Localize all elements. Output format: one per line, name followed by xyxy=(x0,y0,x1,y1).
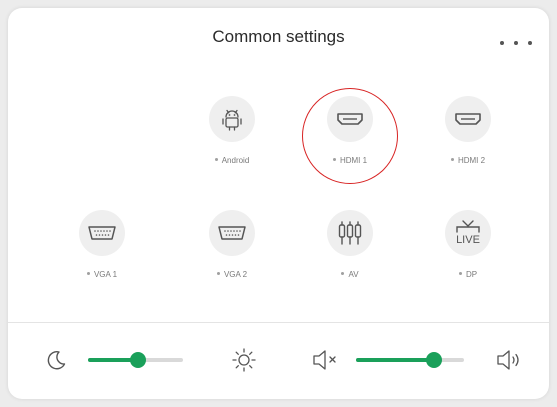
source-vga-2[interactable]: VGA 2 xyxy=(184,210,280,290)
common-settings-panel xyxy=(8,8,549,399)
source-hdmi-1[interactable]: HDMI 1 xyxy=(302,96,398,176)
status-dot xyxy=(332,158,336,162)
status-dot xyxy=(458,272,462,276)
source-vga-1[interactable]: VGA 1 xyxy=(54,210,150,290)
source-label: AV xyxy=(302,270,398,279)
source-label: HDMI 1 xyxy=(302,156,398,165)
status-dot xyxy=(450,158,454,162)
volume-slider[interactable] xyxy=(356,352,464,368)
panel-title: Common settings xyxy=(212,27,345,46)
source-label-text: AV xyxy=(348,270,359,279)
sun-icon[interactable] xyxy=(230,346,258,374)
source-label: VGA 2 xyxy=(184,270,280,279)
status-dot xyxy=(341,272,345,276)
vga-port-icon xyxy=(79,210,125,256)
live-tv-icon: LIVE xyxy=(445,210,491,256)
source-label-text: VGA 1 xyxy=(93,270,118,279)
source-av[interactable]: AV xyxy=(302,210,398,290)
slider-thumb[interactable] xyxy=(130,352,147,368)
more-dot xyxy=(500,41,504,45)
brightness-slider[interactable] xyxy=(88,352,183,368)
source-label: Android xyxy=(184,156,280,165)
speaker-loud-icon[interactable] xyxy=(494,348,526,372)
status-dot xyxy=(86,272,90,276)
source-label: HDMI 2 xyxy=(420,156,516,165)
source-label: DP xyxy=(420,270,516,279)
status-dot xyxy=(214,158,218,162)
slider-fill xyxy=(356,358,434,362)
speaker-mute-icon[interactable] xyxy=(310,348,344,372)
moon-icon[interactable] xyxy=(44,348,68,372)
source-label-text: HDMI 2 xyxy=(457,156,486,165)
more-dot xyxy=(514,41,518,45)
live-icon-text: LIVE xyxy=(456,234,480,246)
vga-port-icon xyxy=(209,210,255,256)
source-label-text: Android xyxy=(221,156,250,165)
divider xyxy=(8,322,549,323)
more-options-button[interactable] xyxy=(500,36,532,50)
more-dot xyxy=(528,41,532,45)
slider-thumb[interactable] xyxy=(425,352,442,368)
source-label-text: VGA 2 xyxy=(223,270,248,279)
status-dot xyxy=(216,272,220,276)
hdmi-port-icon xyxy=(445,96,491,142)
source-label-text: DP xyxy=(465,270,478,279)
android-icon xyxy=(209,96,255,142)
source-hdmi-2[interactable]: HDMI 2 xyxy=(420,96,516,176)
hdmi-port-icon xyxy=(327,96,373,142)
source-android[interactable]: Android xyxy=(184,96,280,176)
source-label: VGA 1 xyxy=(54,270,150,279)
av-rca-icon xyxy=(327,210,373,256)
source-label-text: HDMI 1 xyxy=(339,156,368,165)
source-dp[interactable]: LIVE DP xyxy=(420,210,516,290)
